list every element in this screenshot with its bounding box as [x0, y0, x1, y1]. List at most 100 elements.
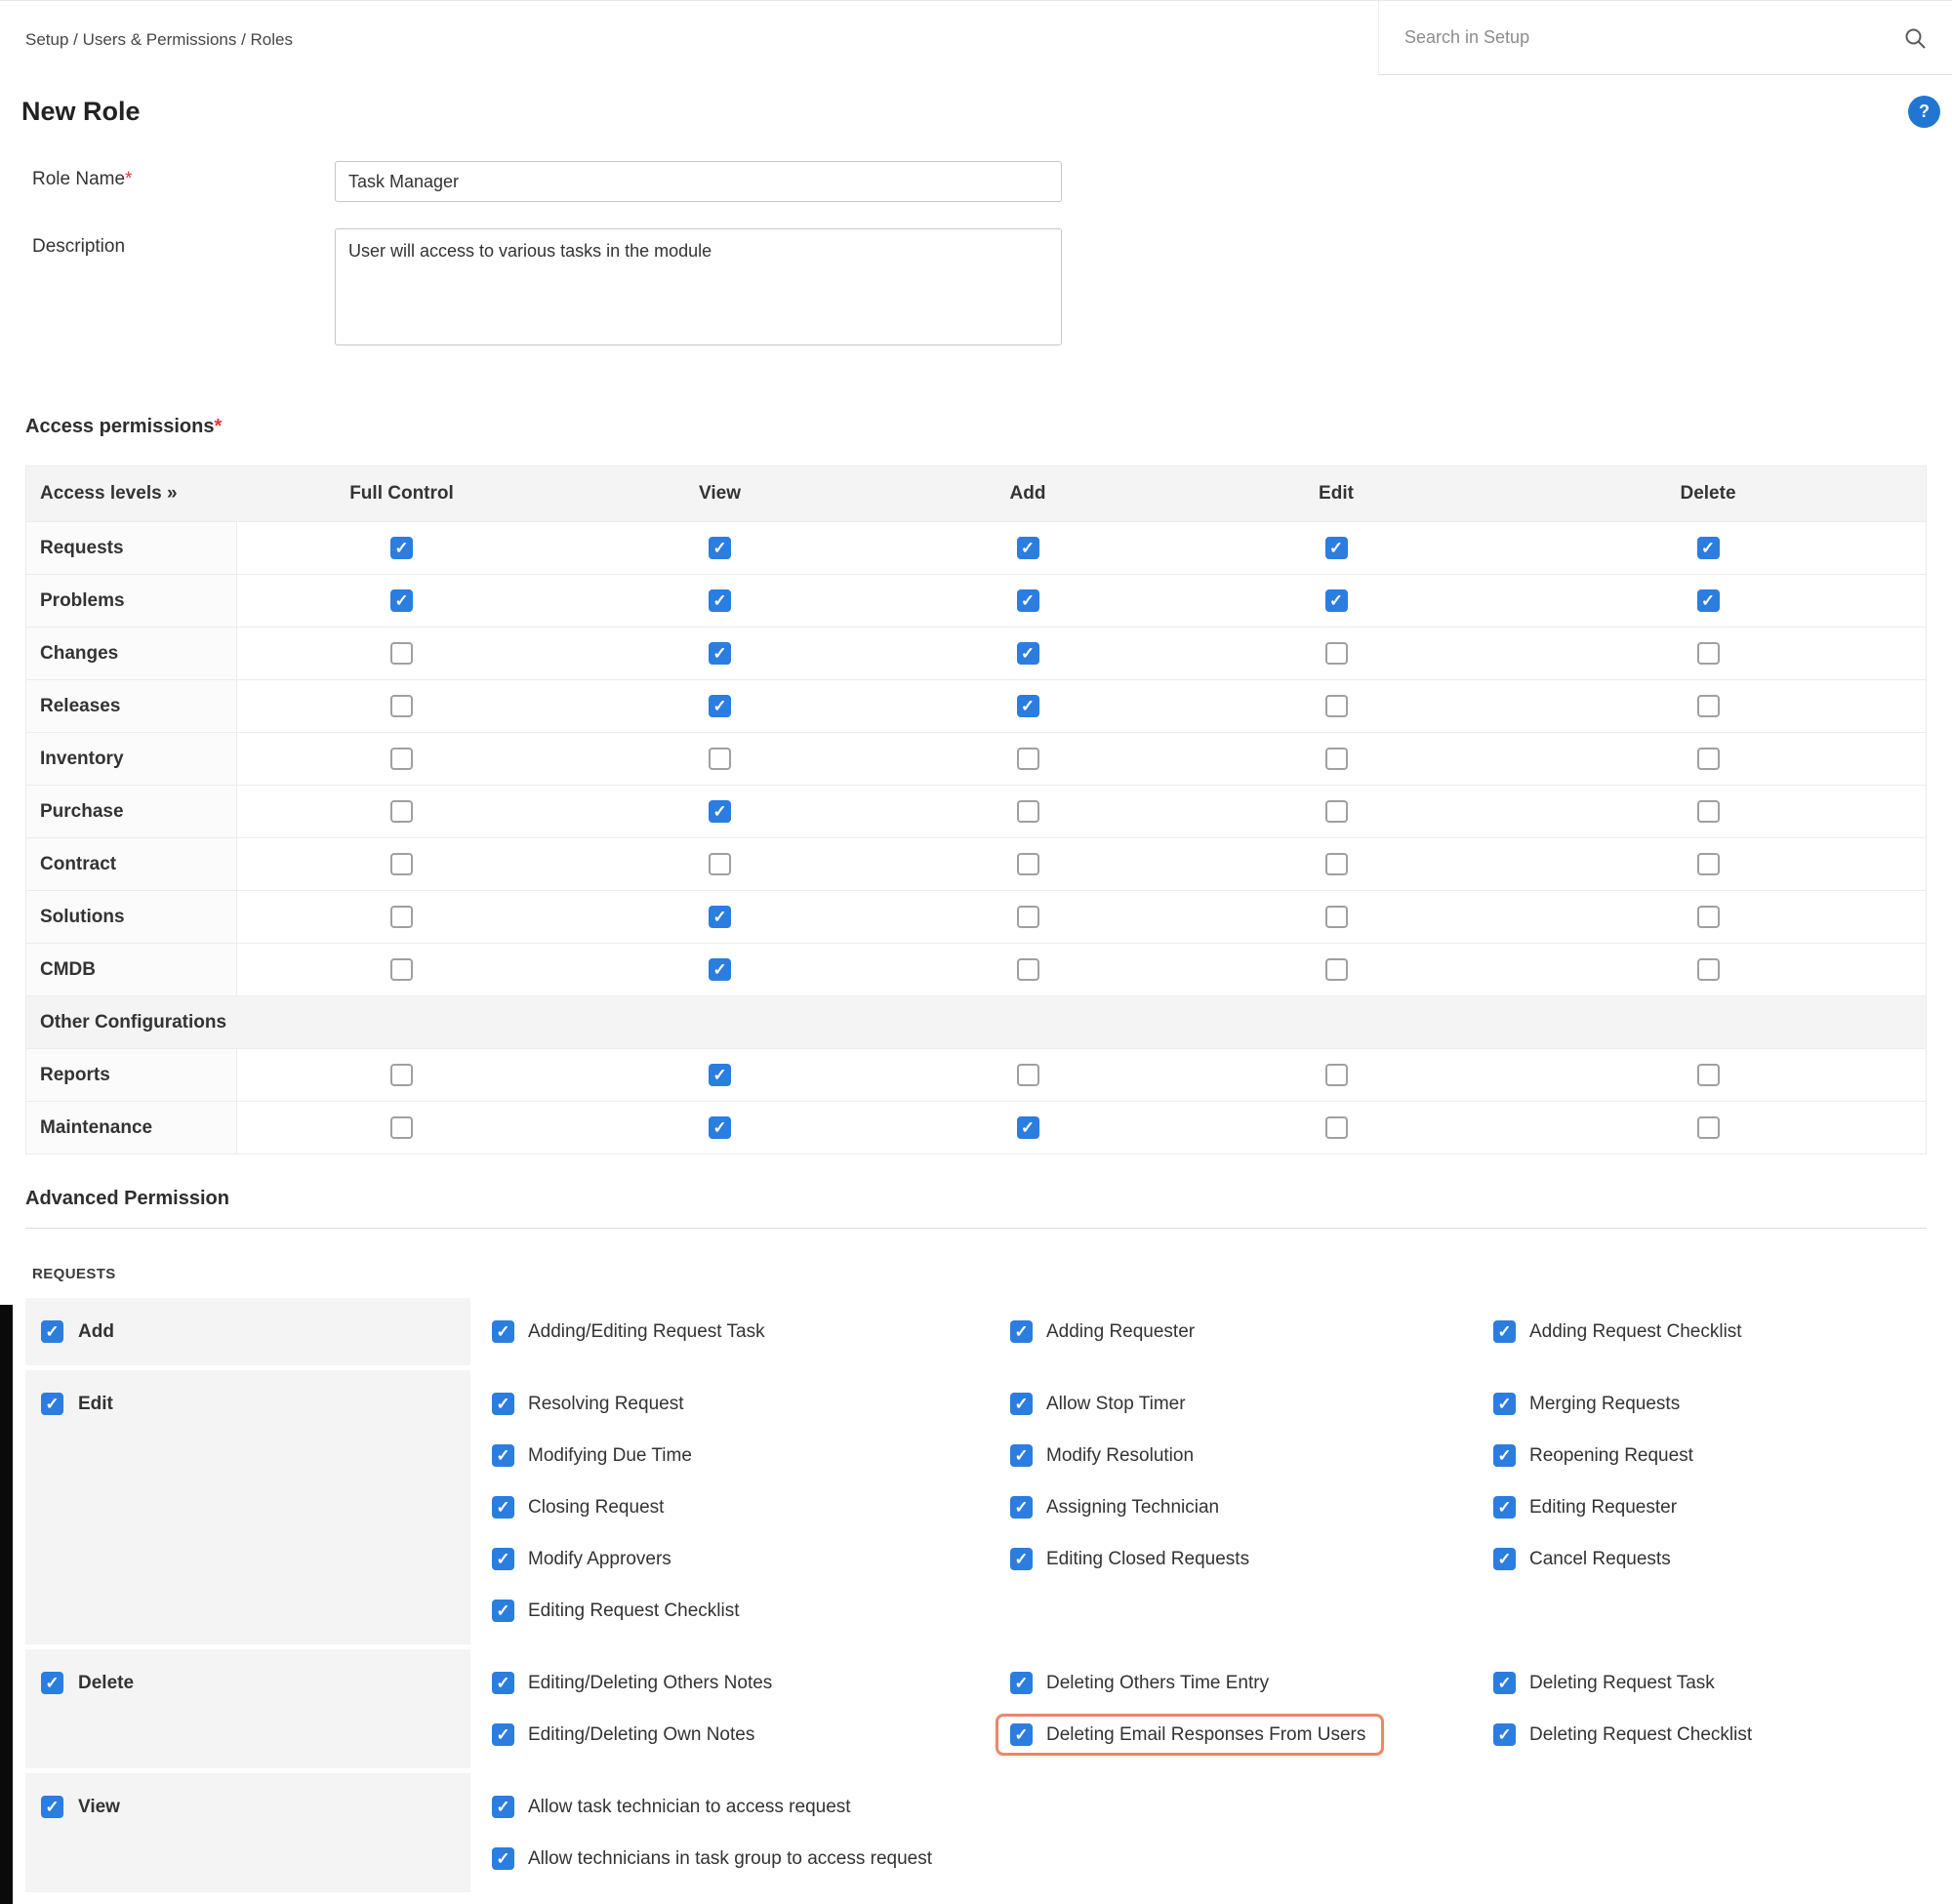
cb-cancel-requests[interactable]: [1493, 1548, 1516, 1570]
cb-changes-view[interactable]: [709, 642, 731, 665]
cb-problems-view[interactable]: [709, 589, 731, 612]
cb-solutions-delete[interactable]: [1697, 906, 1720, 928]
cb-inventory-full-control[interactable]: [390, 748, 413, 770]
cb-deleting-request-checklist[interactable]: [1493, 1723, 1516, 1746]
row-label-contract: Contract: [26, 838, 237, 890]
cb-maintenance-edit[interactable]: [1325, 1116, 1348, 1139]
cb-releases-add[interactable]: [1017, 695, 1039, 717]
cb-releases-delete[interactable]: [1697, 695, 1720, 717]
cb-editing-deleting-others-notes[interactable]: [492, 1672, 514, 1694]
cb-adding-editing-request-task[interactable]: [492, 1320, 514, 1343]
adv-item-label: Assigning Technician: [1046, 1497, 1219, 1519]
cb-resolving-request[interactable]: [492, 1393, 514, 1415]
group-add-checkbox[interactable]: [41, 1320, 63, 1343]
cb-changes-add[interactable]: [1017, 642, 1039, 665]
cb-editing-closed-requests[interactable]: [1010, 1548, 1033, 1570]
cb-inventory-delete[interactable]: [1697, 748, 1720, 770]
role-name-input[interactable]: [335, 161, 1062, 202]
access-row-inventory: Inventory: [26, 733, 1926, 786]
cb-maintenance-view[interactable]: [709, 1116, 731, 1139]
cb-closing-request[interactable]: [492, 1496, 514, 1519]
adv-item: Editing Request Checklist: [492, 1585, 1010, 1637]
cb-contract-full-control[interactable]: [390, 853, 413, 875]
cb-editing-requester[interactable]: [1493, 1496, 1516, 1519]
cb-reports-full-control[interactable]: [390, 1064, 413, 1086]
cb-solutions-full-control[interactable]: [390, 906, 413, 928]
cb-reports-view[interactable]: [709, 1064, 731, 1086]
cb-reports-add[interactable]: [1017, 1064, 1039, 1086]
cb-deleting-request-task[interactable]: [1493, 1672, 1516, 1694]
cb-inventory-add[interactable]: [1017, 748, 1039, 770]
cb-cmdb-add[interactable]: [1017, 958, 1039, 981]
cb-solutions-view[interactable]: [709, 906, 731, 928]
cb-releases-full-control[interactable]: [390, 695, 413, 717]
cb-changes-delete[interactable]: [1697, 642, 1720, 665]
cb-problems-delete[interactable]: [1697, 589, 1720, 612]
cb-modify-resolution[interactable]: [1010, 1444, 1033, 1467]
description-field[interactable]: User will access to various tasks in the…: [335, 228, 1062, 345]
cb-reports-edit[interactable]: [1325, 1064, 1348, 1086]
adv-item-label: Editing Closed Requests: [1046, 1549, 1249, 1570]
cb-purchase-full-control[interactable]: [390, 800, 413, 823]
cb-solutions-edit[interactable]: [1325, 906, 1348, 928]
cb-cmdb-full-control[interactable]: [390, 958, 413, 981]
cb-editing-deleting-own-notes[interactable]: [492, 1723, 514, 1746]
breadcrumb[interactable]: Setup / Users & Permissions / Roles: [0, 1, 293, 75]
cb-contract-view[interactable]: [709, 853, 731, 875]
cb-maintenance-delete[interactable]: [1697, 1116, 1720, 1139]
cb-modifying-due-time[interactable]: [492, 1444, 514, 1467]
cb-allow-task-group-technicians-access-request[interactable]: [492, 1847, 514, 1870]
cb-releases-view[interactable]: [709, 695, 731, 717]
cb-purchase-view[interactable]: [709, 800, 731, 823]
cb-purchase-delete[interactable]: [1697, 800, 1720, 823]
cb-purchase-add[interactable]: [1017, 800, 1039, 823]
cb-cmdb-delete[interactable]: [1697, 958, 1720, 981]
cb-requests-edit[interactable]: [1325, 537, 1348, 559]
adv-item-label: Reopening Request: [1529, 1445, 1693, 1467]
cb-problems-add[interactable]: [1017, 589, 1039, 612]
cb-maintenance-add[interactable]: [1017, 1116, 1039, 1139]
cb-allow-task-technician-access-request[interactable]: [492, 1796, 514, 1818]
cb-editing-request-checklist[interactable]: [492, 1600, 514, 1622]
group-delete-checkbox[interactable]: [41, 1672, 63, 1694]
adv-item: Adding/Editing Request Task: [492, 1306, 1010, 1357]
cb-reopening-request[interactable]: [1493, 1444, 1516, 1467]
cb-problems-full-control[interactable]: [390, 589, 413, 612]
cb-deleting-email-responses-from-users[interactable]: [1010, 1723, 1033, 1746]
cb-contract-delete[interactable]: [1697, 853, 1720, 875]
cb-requests-add[interactable]: [1017, 537, 1039, 559]
help-icon[interactable]: ?: [1908, 96, 1940, 128]
group-view-checkbox[interactable]: [41, 1796, 63, 1818]
description-label: Description: [32, 228, 335, 345]
cb-maintenance-full-control[interactable]: [390, 1116, 413, 1139]
cb-allow-stop-timer[interactable]: [1010, 1393, 1033, 1415]
cb-assigning-technician[interactable]: [1010, 1496, 1033, 1519]
cb-changes-edit[interactable]: [1325, 642, 1348, 665]
access-levels-header[interactable]: Access levels »: [26, 466, 237, 521]
cb-reports-delete[interactable]: [1697, 1064, 1720, 1086]
search-icon[interactable]: [1903, 26, 1927, 50]
cb-contract-add[interactable]: [1017, 853, 1039, 875]
cb-inventory-view[interactable]: [709, 748, 731, 770]
cb-requests-delete[interactable]: [1697, 537, 1720, 559]
setup-search-input[interactable]: [1404, 27, 1890, 48]
cb-changes-full-control[interactable]: [390, 642, 413, 665]
group-edit-checkbox[interactable]: [41, 1393, 63, 1415]
cb-inventory-edit[interactable]: [1325, 748, 1348, 770]
cb-releases-edit[interactable]: [1325, 695, 1348, 717]
cb-modify-approvers[interactable]: [492, 1548, 514, 1570]
cb-cmdb-view[interactable]: [709, 958, 731, 981]
cb-adding-request-checklist[interactable]: [1493, 1320, 1516, 1343]
cb-problems-edit[interactable]: [1325, 589, 1348, 612]
adv-item: Reopening Request: [1493, 1430, 1927, 1481]
cb-solutions-add[interactable]: [1017, 906, 1039, 928]
role-name-row: Role Name*: [32, 161, 1927, 202]
cb-cmdb-edit[interactable]: [1325, 958, 1348, 981]
cb-requests-full-control[interactable]: [390, 537, 413, 559]
cb-merging-requests[interactable]: [1493, 1393, 1516, 1415]
cb-adding-requester[interactable]: [1010, 1320, 1033, 1343]
cb-deleting-others-time-entry[interactable]: [1010, 1672, 1033, 1694]
cb-contract-edit[interactable]: [1325, 853, 1348, 875]
cb-purchase-edit[interactable]: [1325, 800, 1348, 823]
cb-requests-view[interactable]: [709, 537, 731, 559]
